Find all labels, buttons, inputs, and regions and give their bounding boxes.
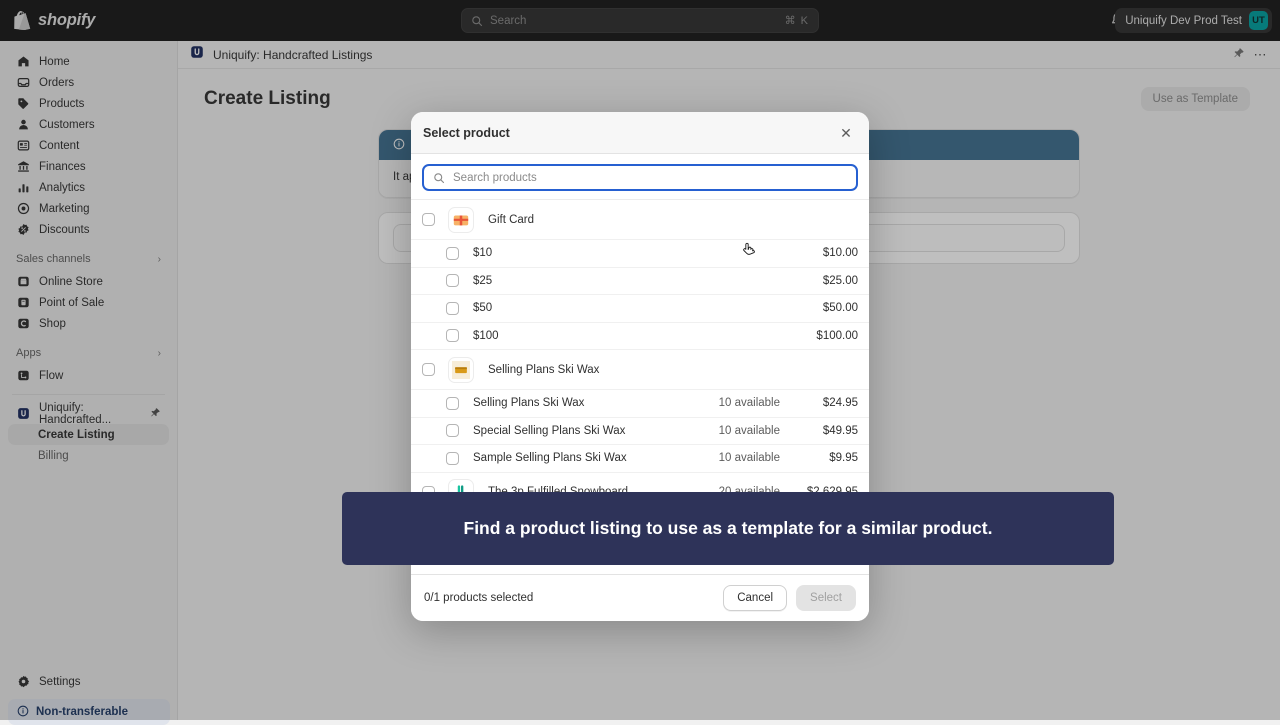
modal-title: Select product	[423, 126, 510, 140]
product-name: Gift Card	[488, 214, 534, 226]
modal-footer: 0/1 products selected Cancel Select	[411, 574, 869, 621]
variant-name: $25	[473, 275, 492, 287]
variant-price: $49.95	[780, 425, 858, 437]
ski-wax-thumb	[448, 357, 474, 383]
variant-price: $25.00	[780, 275, 858, 287]
variant-availability: 10 available	[719, 397, 780, 409]
variant-row[interactable]: Sample Selling Plans Ski Wax 10 availabl…	[411, 445, 869, 473]
search-products-placeholder: Search products	[453, 172, 537, 184]
variant-price: $10.00	[780, 247, 858, 259]
variant-availability: 10 available	[719, 425, 780, 437]
variant-row[interactable]: $25 $25.00	[411, 268, 869, 296]
variant-checkbox[interactable]	[446, 302, 459, 315]
product-group-row[interactable]: Selling Plans Ski Wax	[411, 350, 869, 390]
variant-price: $50.00	[780, 302, 858, 314]
search-icon	[433, 172, 445, 184]
variant-name: Special Selling Plans Ski Wax	[473, 425, 625, 437]
variant-row[interactable]: Special Selling Plans Ski Wax 10 availab…	[411, 418, 869, 446]
variant-price: $24.95	[780, 397, 858, 409]
variant-checkbox[interactable]	[446, 424, 459, 437]
variant-row[interactable]: $50 $50.00	[411, 295, 869, 323]
product-name: Selling Plans Ski Wax	[488, 364, 599, 376]
product-group-row[interactable]: Gift Card	[411, 200, 869, 240]
variant-row[interactable]: $10 $10.00	[411, 240, 869, 268]
variant-checkbox[interactable]	[446, 274, 459, 287]
variant-checkbox[interactable]	[446, 247, 459, 260]
modal-header: Select product ✕	[411, 112, 869, 154]
select-button[interactable]: Select	[796, 585, 856, 611]
selected-count: 0/1 products selected	[424, 592, 533, 604]
variant-name: $10	[473, 247, 492, 259]
modal-search-wrap: Search products	[411, 154, 869, 200]
pointer-hand-cursor	[742, 242, 757, 264]
product-checkbox[interactable]	[422, 213, 435, 226]
instruction-tooltip: Find a product listing to use as a templ…	[342, 492, 1114, 565]
product-group-row[interactable]: The Archived Snowboard Archived 50 avail…	[411, 569, 869, 575]
variant-name: $50	[473, 302, 492, 314]
variant-name: Sample Selling Plans Ski Wax	[473, 452, 627, 464]
close-icon[interactable]: ✕	[835, 122, 857, 144]
variant-name: Selling Plans Ski Wax	[473, 397, 584, 409]
variant-checkbox[interactable]	[446, 397, 459, 410]
variant-checkbox[interactable]	[446, 329, 459, 342]
variant-price: $100.00	[780, 330, 858, 342]
variant-row[interactable]: Selling Plans Ski Wax 10 available $24.9…	[411, 390, 869, 418]
variant-name: $100	[473, 330, 499, 342]
instruction-text: Find a product listing to use as a templ…	[464, 518, 993, 539]
variant-checkbox[interactable]	[446, 452, 459, 465]
cancel-button[interactable]: Cancel	[723, 585, 787, 611]
search-products-input[interactable]: Search products	[422, 164, 858, 191]
variant-availability: 10 available	[719, 452, 780, 464]
variant-price: $9.95	[780, 452, 858, 464]
gift-card-thumb	[448, 207, 474, 233]
variant-row[interactable]: $100 $100.00	[411, 323, 869, 351]
product-checkbox[interactable]	[422, 363, 435, 376]
